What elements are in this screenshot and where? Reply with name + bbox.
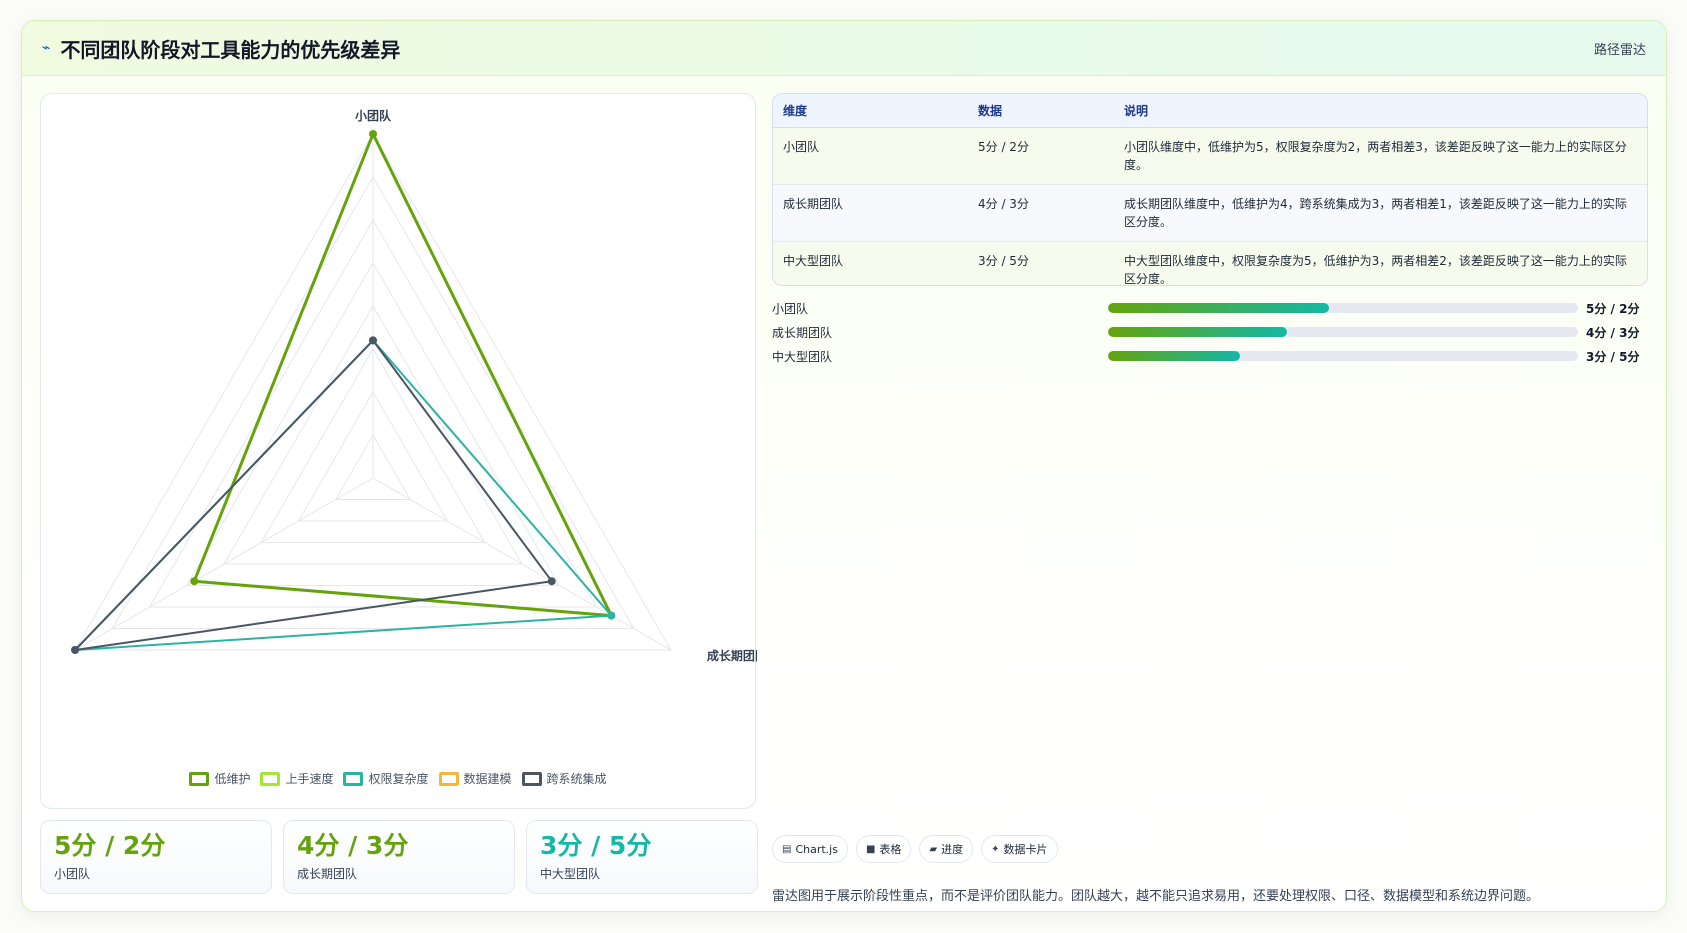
progress-list: 小团队 5分 / 2分 成长期团队 4分 / 3分 中大型团队 3分 / 5分 <box>772 296 1648 368</box>
stat-card: 3分 / 5分 中大型团队 <box>526 820 758 894</box>
radar-card: ⌁ 不同团队阶段对工具能力的优先级差异 路径雷达 小团队成长期团队中大型团队 低… <box>21 20 1667 912</box>
progress-icon: ▰ <box>929 843 938 855</box>
table-cell: 小团队 <box>773 127 968 185</box>
route-icon: ⌁ <box>42 40 51 56</box>
sparkle-icon: ✦ <box>991 843 1000 855</box>
table-icon: ■ <box>865 843 876 855</box>
column-header: 说明 <box>1114 94 1647 128</box>
progress-row: 成长期团队 4分 / 3分 <box>772 320 1648 344</box>
legend-item[interactable]: 数据建模 <box>438 770 512 787</box>
table-row: 中大型团队 3分 / 5分 中大型团队维度中，权限复杂度为5，低维护为3，两者相… <box>773 241 1647 285</box>
radar-axis-label: 成长期团队 <box>707 648 757 663</box>
chip-label: 数据卡片 <box>1003 843 1048 856</box>
column-header: 数据 <box>968 94 1114 128</box>
stat-cards: 5分 / 2分 小团队 4分 / 3分 成长期团队 3分 / 5分 中大型团队 <box>40 820 758 894</box>
table-row: 小团队 5分 / 2分 小团队维度中，低维护为5，权限复杂度为2，两者相差3，该… <box>773 127 1647 185</box>
progress-label: 小团队 <box>772 301 809 316</box>
radar-data-point <box>190 577 199 586</box>
table-cell: 成长期团队维度中，低维护为4，跨系统集成为3，两者相差1，该差距反映了这一能力上… <box>1114 184 1647 242</box>
legend-label: 上手速度 <box>285 772 334 786</box>
chip-label: 表格 <box>879 843 902 856</box>
legend-label: 低维护 <box>214 772 251 786</box>
stat-value: 4分 / 3分 <box>297 831 409 860</box>
progress-row: 小团队 5分 / 2分 <box>772 296 1648 320</box>
radar-axis-label: 小团队 <box>355 108 392 123</box>
stat-label: 中大型团队 <box>540 867 601 881</box>
chart-legend: 低维护 上手速度 权限复杂度 数据建模 跨系统集成 <box>41 770 755 787</box>
table-cell: 3分 / 5分 <box>968 241 1114 285</box>
stat-value: 5分 / 2分 <box>54 831 166 860</box>
progress-track <box>1108 327 1578 337</box>
legend-label: 跨系统集成 <box>546 772 607 786</box>
legend-item[interactable]: 上手速度 <box>260 770 333 787</box>
radar-data-point <box>71 646 80 654</box>
table-cell: 成长期团队 <box>773 184 968 242</box>
progress-track <box>1108 351 1578 361</box>
tech-chips: ▤ Chart.js ■ 表格 ▰ 进度 ✦ 数据卡片 <box>772 835 1058 863</box>
radar-chart: 小团队成长期团队中大型团队 <box>71 108 757 663</box>
stat-card: 4分 / 3分 成长期团队 <box>283 820 515 894</box>
chip-data-card[interactable]: ✦ 数据卡片 <box>981 835 1058 863</box>
progress-fill <box>1108 303 1329 313</box>
progress-fill <box>1108 351 1240 361</box>
stat-label: 成长期团队 <box>297 867 358 881</box>
legend-swatch <box>521 771 542 786</box>
radar-data-point <box>369 336 377 345</box>
chip-progress[interactable]: ▰ 进度 <box>919 835 974 863</box>
progress-track <box>1108 303 1578 313</box>
chip-chartjs[interactable]: ▤ Chart.js <box>772 835 848 863</box>
progress-label: 中大型团队 <box>772 349 833 364</box>
legend-label: 权限复杂度 <box>368 772 429 786</box>
chart-icon: ▤ <box>782 843 792 855</box>
legend-swatch <box>260 771 281 786</box>
table-cell: 4分 / 3分 <box>968 184 1114 242</box>
table-cell: 中大型团队 <box>773 241 968 285</box>
legend-item[interactable]: 跨系统集成 <box>521 770 607 787</box>
chip-table[interactable]: ■ 表格 <box>855 835 912 863</box>
table-cell: 5分 / 2分 <box>968 127 1114 185</box>
progress-value: 3分 / 5分 <box>1586 349 1640 364</box>
table-cell: 中大型团队维度中，权限复杂度为5，低维护为3，两者相差2，该差距反映了这一能力上… <box>1114 241 1647 285</box>
page-title: 不同团队阶段对工具能力的优先级差异 <box>60 37 401 62</box>
data-table: 维度 数据 说明 小团队 5分 / 2分 小团队维度中，低维护为5，权限复杂度为… <box>772 93 1648 286</box>
radar-data-point <box>369 130 377 138</box>
table-cell: 小团队维度中，低维护为5，权限复杂度为2，两者相差3，该差距反映了这一能力上的实… <box>1114 127 1647 185</box>
footnote: 雷达图用于展示阶段性重点，而不是评价团队能力。团队越大，越不能只追求易用，还要处… <box>772 889 1540 904</box>
table-header-row: 维度 数据 说明 <box>773 94 1647 128</box>
column-header: 维度 <box>773 94 968 128</box>
progress-row: 中大型团队 3分 / 5分 <box>772 344 1648 368</box>
progress-value: 5分 / 2分 <box>1586 301 1640 316</box>
stat-label: 小团队 <box>54 867 91 881</box>
radar-data-point <box>607 611 616 620</box>
legend-swatch <box>438 771 459 786</box>
card-header: ⌁ 不同团队阶段对工具能力的优先级差异 路径雷达 <box>22 21 1666 76</box>
chip-label: 进度 <box>941 843 964 856</box>
legend-label: 数据建模 <box>463 772 512 786</box>
progress-fill <box>1108 327 1287 337</box>
progress-label: 成长期团队 <box>772 325 833 340</box>
legend-swatch <box>189 771 210 786</box>
progress-value: 4分 / 3分 <box>1586 325 1640 340</box>
radar-data-point <box>547 577 556 586</box>
radar-chart-panel: 小团队成长期团队中大型团队 低维护上手速度权限复杂度数据建模跨系统集成 <box>40 93 757 809</box>
stat-value: 3分 / 5分 <box>540 831 652 860</box>
table-row: 成长期团队 4分 / 3分 成长期团队维度中，低维护为4，跨系统集成为3，两者相… <box>773 184 1647 242</box>
header-tag: 路径雷达 <box>1593 42 1646 58</box>
chip-label: Chart.js <box>795 842 838 856</box>
legend-item[interactable]: 权限复杂度 <box>343 770 429 787</box>
legend-item[interactable]: 低维护 <box>189 770 250 787</box>
stat-card: 5分 / 2分 小团队 <box>40 820 272 894</box>
legend-swatch <box>343 771 364 786</box>
